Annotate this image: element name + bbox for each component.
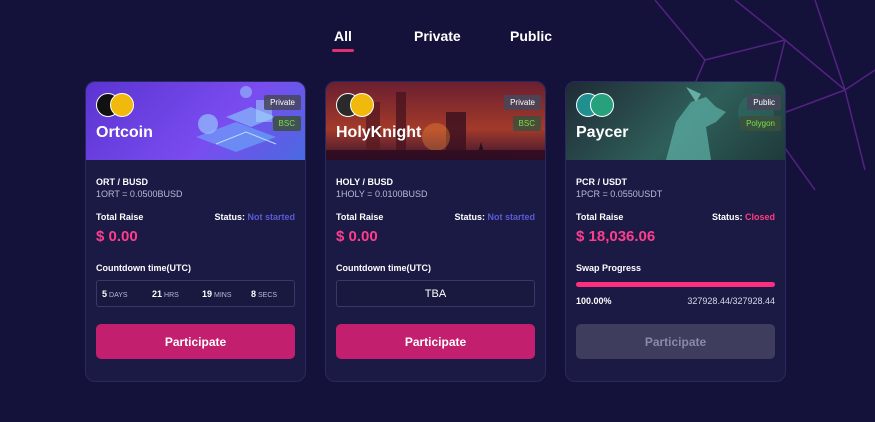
pool-type-badge: Public xyxy=(747,95,781,110)
status: Status: Not started xyxy=(454,212,535,222)
status-value: Closed xyxy=(744,212,775,222)
chain-badge: Polygon xyxy=(740,116,781,131)
tab-public[interactable]: Public xyxy=(510,28,552,44)
swap-progress-bar xyxy=(576,282,775,287)
trading-pair: PCR / USDT xyxy=(576,177,628,187)
swap-progress-label: Swap Progress xyxy=(576,263,642,273)
exchange-rate: 1HOLY = 0.0100BUSD xyxy=(336,189,428,199)
status-label: Status: xyxy=(454,212,485,222)
swap-progress-amount: 327928.44/327928.44 xyxy=(687,296,775,306)
total-raise-amount: $ 0.00 xyxy=(336,228,378,245)
pool-banner: HolyKnight Private BSC xyxy=(326,82,545,160)
pool-filter-tabs: All Private Public xyxy=(0,28,875,56)
pool-card-ortcoin[interactable]: Ortcoin Private BSC ORT / BUSD 1ORT = 0.… xyxy=(85,81,306,382)
pool-name: HolyKnight xyxy=(336,124,422,141)
countdown-days: 5 DAYS xyxy=(102,289,128,299)
status-value: Not started xyxy=(487,212,535,222)
pool-name: Ortcoin xyxy=(96,124,153,141)
pool-name: Paycer xyxy=(576,124,629,141)
status: Status: Closed xyxy=(712,212,775,222)
countdown-minutes: 19 MINS xyxy=(202,289,232,299)
total-raise-amount: $ 0.00 xyxy=(96,228,138,245)
pool-type-badge: Private xyxy=(504,95,541,110)
chain-badge: BSC xyxy=(512,116,541,131)
busd-logo-icon xyxy=(110,93,134,117)
tab-private[interactable]: Private xyxy=(414,28,461,44)
countdown-tba: TBA xyxy=(336,280,535,307)
countdown-label: Countdown time(UTC) xyxy=(96,263,191,273)
status: Status: Not started xyxy=(214,212,295,222)
total-raise-label: Total Raise xyxy=(96,212,144,222)
countdown-timer: 5 DAYS 21 HRS 19 MINS 8 SECS xyxy=(96,280,295,307)
swap-progress-percent: 100.00% xyxy=(576,296,612,306)
pool-card-paycer[interactable]: Paycer Public Polygon PCR / USDT 1PCR = … xyxy=(565,81,786,382)
countdown-seconds: 8 SECS xyxy=(251,289,278,299)
pool-card-holyknight[interactable]: HolyKnight Private BSC HOLY / BUSD 1HOLY… xyxy=(325,81,546,382)
busd-logo-icon xyxy=(350,93,374,117)
participate-button[interactable]: Participate xyxy=(96,324,295,359)
usdt-logo-icon xyxy=(590,93,614,117)
pool-type-badge: Private xyxy=(264,95,301,110)
pool-banner: Ortcoin Private BSC xyxy=(86,82,305,160)
status-value: Not started xyxy=(247,212,295,222)
exchange-rate: 1PCR = 0.0550USDT xyxy=(576,189,663,199)
countdown-label: Countdown time(UTC) xyxy=(336,263,431,273)
countdown-hours: 21 HRS xyxy=(152,289,179,299)
participate-button[interactable]: Participate xyxy=(336,324,535,359)
total-raise-label: Total Raise xyxy=(576,212,624,222)
trading-pair: ORT / BUSD xyxy=(96,177,149,187)
tab-all[interactable]: All xyxy=(332,28,354,52)
participate-button[interactable]: Participate xyxy=(576,324,775,359)
swap-progress-fill xyxy=(576,282,775,287)
total-raise-amount: $ 18,036.06 xyxy=(576,228,656,245)
chain-badge: BSC xyxy=(272,116,301,131)
status-label: Status: xyxy=(711,212,743,222)
status-label: Status: xyxy=(214,212,245,222)
trading-pair: HOLY / BUSD xyxy=(336,177,394,187)
exchange-rate: 1ORT = 0.0500BUSD xyxy=(96,189,183,199)
pool-banner: Paycer Public Polygon xyxy=(566,82,785,160)
total-raise-label: Total Raise xyxy=(336,212,384,222)
